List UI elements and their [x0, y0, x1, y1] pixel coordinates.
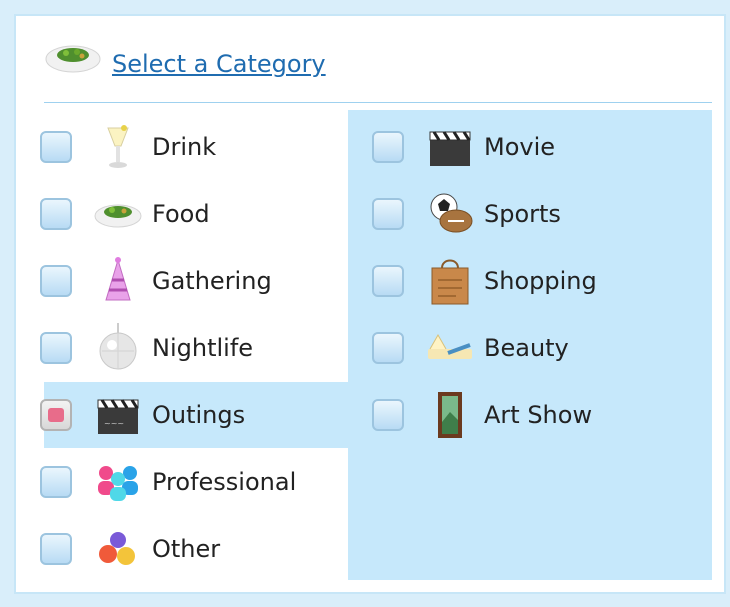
category-row-beauty[interactable]: Beauty	[348, 315, 712, 381]
sports-checkbox[interactable]	[372, 198, 404, 230]
category-panel: Select a Category Drink Food Gathering N…	[14, 14, 726, 594]
category-row-other[interactable]: Other	[16, 516, 348, 582]
svg-text:~~~: ~~~	[104, 419, 124, 428]
shopping-label: Shopping	[484, 267, 597, 295]
drink-label: Drink	[152, 133, 217, 161]
shapes-icon	[99, 532, 135, 565]
category-row-gathering[interactable]: Gathering	[16, 248, 348, 314]
movie-checkbox[interactable]	[372, 131, 404, 163]
people-icon	[98, 466, 138, 501]
food-label: Food	[152, 200, 210, 228]
gathering-label: Gathering	[152, 267, 272, 295]
clapperboard-icon: ~~~	[97, 399, 139, 434]
category-row-professional[interactable]: Professional	[16, 449, 348, 515]
beauty-icon	[428, 333, 472, 359]
outings-checkbox[interactable]	[40, 399, 72, 431]
category-row-shopping[interactable]: Shopping	[348, 248, 712, 314]
other-label: Other	[152, 535, 221, 563]
clapperboard-icon	[429, 131, 471, 166]
movie-label: Movie	[484, 133, 556, 161]
category-row-food[interactable]: Food	[16, 181, 348, 247]
nightlife-label: Nightlife	[152, 334, 254, 362]
professional-label: Professional	[152, 468, 297, 496]
other-checkbox[interactable]	[40, 533, 72, 565]
drink-checkbox[interactable]	[40, 131, 72, 163]
sports-label: Sports	[484, 200, 561, 228]
select-category-link[interactable]: Select a Category	[112, 50, 326, 78]
professional-checkbox[interactable]	[40, 466, 72, 498]
category-row-outings[interactable]: ~~~ Outings	[40, 382, 348, 448]
food-icon	[45, 45, 101, 73]
nightlife-checkbox[interactable]	[40, 332, 72, 364]
food-icon	[94, 204, 142, 228]
sports-balls-icon	[430, 193, 473, 233]
party-hat-icon	[105, 257, 131, 301]
category-row-sports[interactable]: Sports	[348, 181, 712, 247]
food-checkbox[interactable]	[40, 198, 72, 230]
category-row-drink[interactable]: Drink	[16, 114, 348, 180]
art-show-checkbox[interactable]	[372, 399, 404, 431]
drink-icon	[107, 125, 129, 168]
header-divider	[44, 102, 712, 103]
disco-ball-icon	[99, 323, 137, 370]
shopping-checkbox[interactable]	[372, 265, 404, 297]
beauty-checkbox[interactable]	[372, 332, 404, 364]
gathering-checkbox[interactable]	[40, 265, 72, 297]
category-header: Select a Category	[16, 16, 724, 102]
outings-label: Outings	[152, 401, 246, 429]
beauty-label: Beauty	[484, 334, 569, 362]
art-show-label: Art Show	[484, 401, 593, 429]
framed-painting-icon	[438, 392, 462, 438]
category-row-nightlife[interactable]: Nightlife	[16, 315, 348, 381]
category-row-art-show[interactable]: Art Show	[348, 382, 712, 448]
category-row-movie[interactable]: Movie	[348, 114, 712, 180]
shopping-bag-icon	[431, 259, 469, 305]
